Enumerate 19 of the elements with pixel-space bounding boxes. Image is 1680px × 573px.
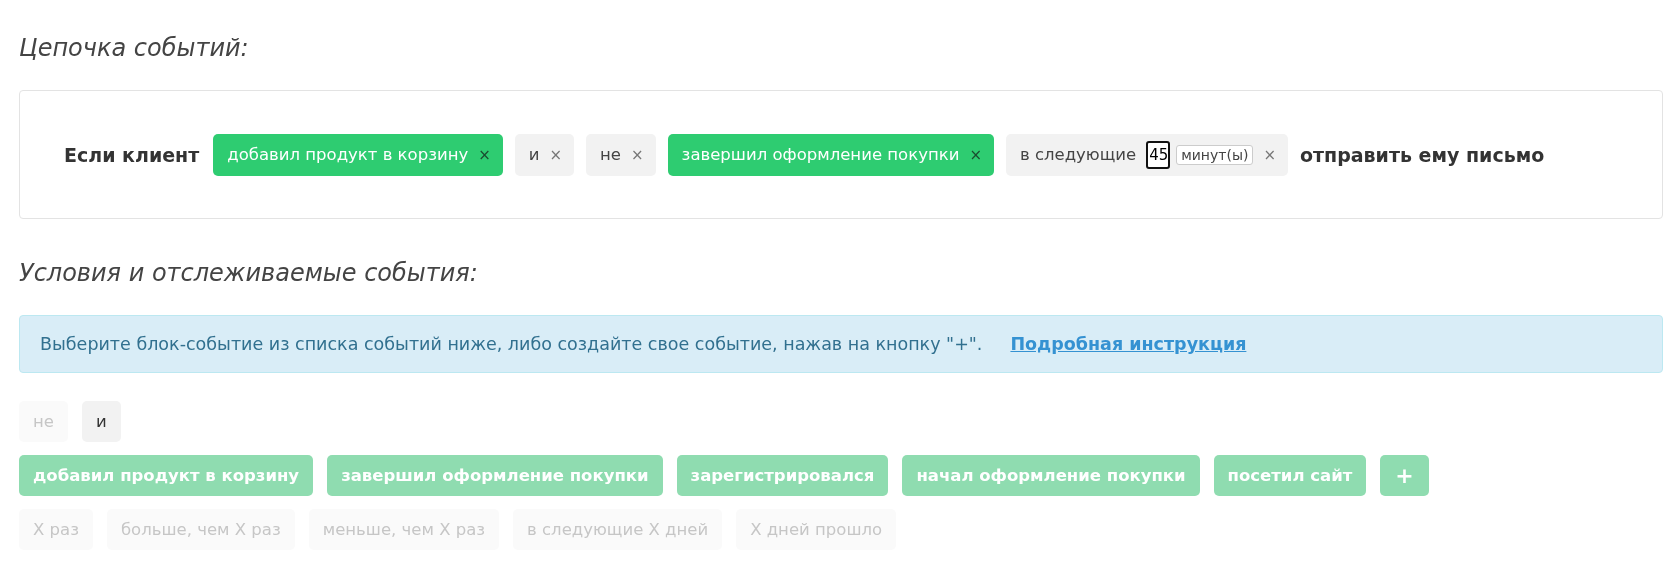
section-title: Условия и отслеживаемые события: [19, 259, 479, 289]
chip-label: завершил оформление покупки [681, 145, 960, 164]
number-field[interactable]: 45 [1146, 140, 1171, 169]
remove-button[interactable]: × [631, 145, 644, 164]
chip-label: в следующие [1019, 145, 1137, 164]
chip-label: и [528, 145, 540, 164]
chip-label: добавил продукт в корзину [227, 145, 469, 164]
unit-select[interactable]: минут(ы) [1176, 144, 1254, 165]
section-title: Цепочка событий: [19, 34, 250, 64]
operator-button[interactable]: и [81, 401, 121, 442]
remove-button[interactable]: × [969, 145, 982, 164]
instruction-link[interactable]: Подробная инструкция [1010, 334, 1247, 354]
chain-suffix: отправить ему письмо [1300, 143, 1545, 166]
chip-label: не [600, 145, 622, 164]
remove-button[interactable]: × [549, 145, 563, 164]
remove-button[interactable]: × [478, 145, 491, 164]
info-text: Выберите блок-событие из списка событий ниже, либо создайте свое событие, нажав на кнопку "+". [40, 334, 983, 354]
chain-prefix: Если клиент [64, 143, 200, 166]
remove-button[interactable]: × [1263, 145, 1276, 164]
